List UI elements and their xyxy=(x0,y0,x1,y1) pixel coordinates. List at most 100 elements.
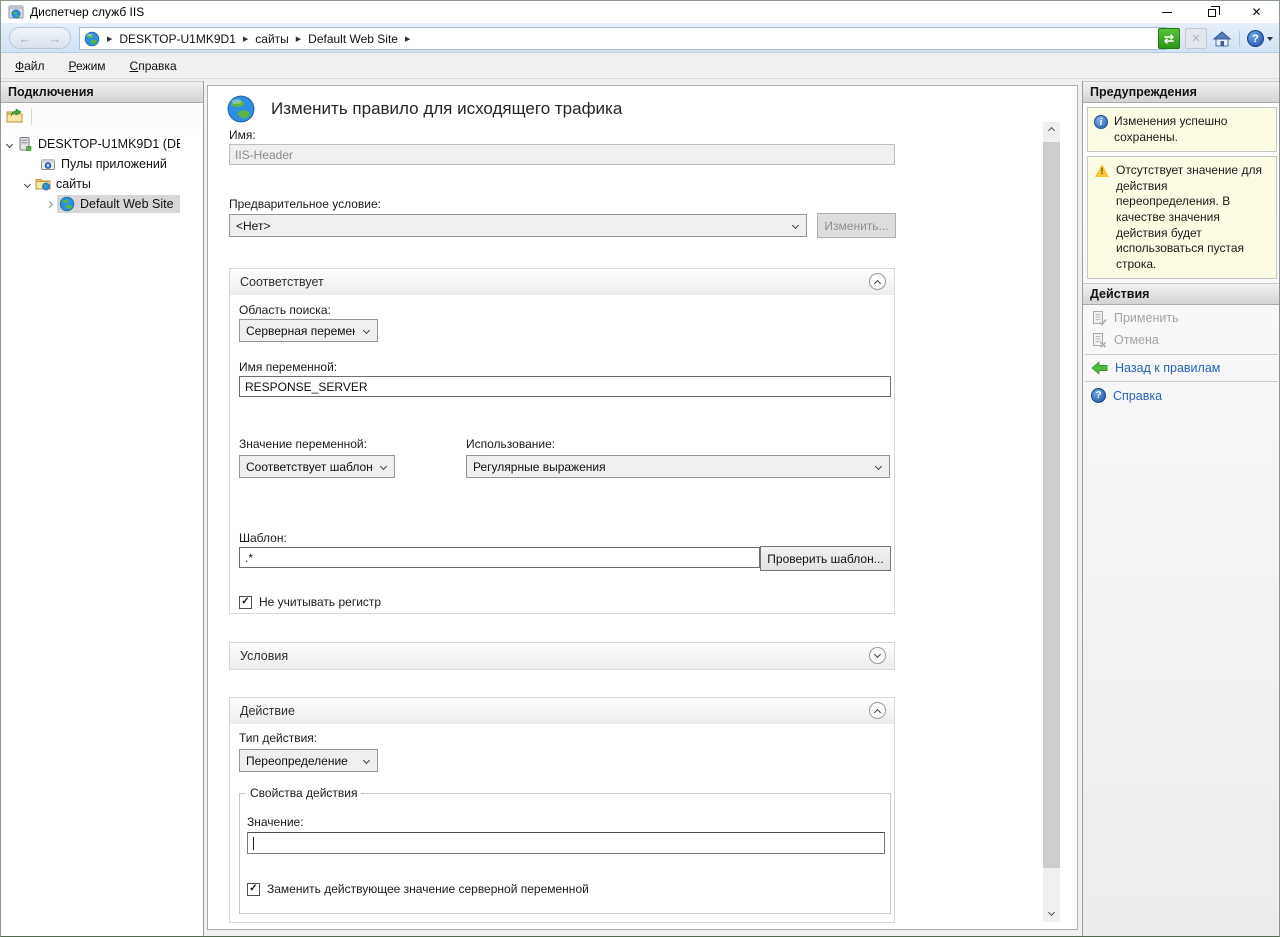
pattern-label: Шаблон: xyxy=(239,531,287,545)
collapse-button[interactable] xyxy=(869,273,886,290)
vertical-scrollbar xyxy=(1043,122,1060,922)
action-type-select[interactable]: Переопределение xyxy=(239,749,378,772)
warning-alert-text: Отсутствует значение для действия переоп… xyxy=(1116,163,1271,272)
forward-nav-button[interactable]: → xyxy=(49,31,62,46)
using-label: Использование: xyxy=(466,437,555,451)
tree-item-label: Пулы приложений xyxy=(61,157,167,171)
match-section-header[interactable]: Соответствует xyxy=(230,269,894,295)
connections-tree: DESKTOP-U1MK9D1 (DESKTOP Пулы приложений xyxy=(1,129,203,214)
chevron-right-icon[interactable] xyxy=(46,200,53,207)
breadcrumb-item-server[interactable]: DESKTOP-U1MK9D1 xyxy=(119,32,235,46)
save-connection-icon[interactable] xyxy=(6,108,24,124)
connections-toolbar xyxy=(1,103,203,129)
match-section: Соответствует Область поиска: Серверная … xyxy=(229,268,895,614)
chevron-down-icon xyxy=(1048,908,1055,915)
apply-action: Применить xyxy=(1083,307,1280,329)
toolbar-separator xyxy=(31,108,32,125)
tree-item-server[interactable]: DESKTOP-U1MK9D1 (DESKTOP xyxy=(1,134,203,154)
ignore-case-checkbox[interactable]: ✓ xyxy=(239,596,252,609)
actions-header: Действия xyxy=(1083,283,1280,305)
using-select[interactable]: Регулярные выражения xyxy=(466,455,890,478)
tree-item-default-web-site[interactable]: Default Web Site xyxy=(1,194,203,214)
tree-item-label: DESKTOP-U1MK9D1 (DESKTOP xyxy=(38,137,180,151)
alerts-header: Предупреждения xyxy=(1083,81,1280,103)
server-icon xyxy=(17,136,33,152)
globe-icon xyxy=(59,196,75,212)
breadcrumb-arrow-icon: ▶ xyxy=(243,35,248,43)
precondition-select[interactable]: <Нет> xyxy=(229,214,807,237)
chevron-down-icon xyxy=(363,327,370,334)
help-link[interactable]: ? Справка xyxy=(1083,385,1280,406)
variable-name-field[interactable]: RESPONSE_SERVER xyxy=(239,376,891,397)
scope-label: Область поиска: xyxy=(239,303,331,317)
restore-icon xyxy=(1208,9,1216,17)
replace-value-label: Заменить действующее значение серверной … xyxy=(267,882,589,896)
name-label: Имя: xyxy=(229,128,256,142)
cancel-action: Отмена xyxy=(1083,329,1280,351)
collapse-button[interactable] xyxy=(869,702,886,719)
selected-tree-item[interactable]: Default Web Site xyxy=(57,195,180,213)
page-globe-icon xyxy=(226,94,256,124)
variable-value-select[interactable]: Соответствует шаблону xyxy=(239,455,395,478)
breadcrumb-item-sites[interactable]: сайты xyxy=(255,32,289,46)
minimize-button[interactable] xyxy=(1144,1,1189,23)
menu-bar: Файл Режим Справка xyxy=(1,53,1279,79)
restore-button[interactable] xyxy=(1189,1,1234,23)
separator xyxy=(1085,354,1278,355)
breadcrumb-arrow-icon: ▶ xyxy=(296,35,301,43)
back-arrow-icon xyxy=(1091,361,1108,375)
chevron-down-icon xyxy=(875,463,882,470)
nav-pill: ← → xyxy=(9,27,71,49)
iis-manager-window: Диспетчер служб IIS ✕ ← → ▶ DESKTOP-U1MK… xyxy=(0,0,1280,937)
actions-list: Применить Отмена xyxy=(1083,305,1280,406)
tree-item-label: Default Web Site xyxy=(80,197,174,211)
tree-item-app-pools[interactable]: Пулы приложений xyxy=(1,154,203,174)
iis-app-icon xyxy=(8,4,24,20)
home-icon[interactable] xyxy=(1212,30,1232,48)
back-to-rules-link[interactable]: Назад к правилам xyxy=(1083,358,1280,378)
text-caret xyxy=(253,837,254,850)
pattern-field[interactable]: .* xyxy=(239,547,760,568)
breadcrumb-item-default-web-site[interactable]: Default Web Site xyxy=(308,32,398,46)
scroll-down-button[interactable] xyxy=(1043,905,1060,922)
ignore-case-label: Не учитывать регистр xyxy=(259,595,381,609)
test-pattern-button[interactable]: Проверить шаблон... xyxy=(760,546,891,571)
scroll-up-button[interactable] xyxy=(1043,122,1060,139)
replace-value-checkbox[interactable]: ✓ xyxy=(247,883,260,896)
cancel-label: Отмена xyxy=(1114,333,1159,347)
precondition-label: Предварительное условие: xyxy=(229,197,381,211)
action-properties-group: Свойства действия Значение: ✓ Заменить д… xyxy=(239,793,891,914)
expand-button[interactable] xyxy=(869,647,886,664)
warning-alert: ! Отсутствует значение для действия пере… xyxy=(1087,156,1277,279)
action-section-header[interactable]: Действие xyxy=(230,698,894,724)
back-to-rules-label: Назад к правилам xyxy=(1115,361,1220,375)
toolbar-separator xyxy=(1239,31,1240,47)
info-alert: i Изменения успешно сохранены. xyxy=(1087,107,1277,152)
menu-help[interactable]: Справка xyxy=(130,59,177,73)
action-value-field[interactable] xyxy=(247,832,885,854)
back-nav-button[interactable]: ← xyxy=(19,31,32,46)
chevron-down-icon[interactable] xyxy=(24,180,31,187)
conditions-section-header[interactable]: Условия xyxy=(230,643,894,669)
page-title: Изменить правило для исходящего трафика xyxy=(271,99,622,119)
chevron-down-icon xyxy=(874,651,881,658)
globe-icon[interactable] xyxy=(84,31,100,47)
tree-item-sites[interactable]: сайты xyxy=(1,174,203,194)
separator xyxy=(1085,381,1278,382)
help-menu-button[interactable]: ? xyxy=(1247,30,1273,47)
edit-outbound-rule-page: Изменить правило для исходящего трафика … xyxy=(207,85,1078,930)
help-label: Справка xyxy=(1113,389,1162,403)
menu-view[interactable]: Режим xyxy=(69,59,106,73)
action-section: Действие Тип действия: Переопределение С… xyxy=(229,697,895,923)
scope-select[interactable]: Серверная переменн xyxy=(239,319,378,342)
restart-icon[interactable]: ⇄ xyxy=(1158,28,1180,49)
info-alert-text: Изменения успешно сохранены. xyxy=(1114,114,1271,145)
chevron-down-icon[interactable] xyxy=(6,140,13,147)
conditions-section: Условия xyxy=(229,642,895,670)
scrollbar-thumb[interactable] xyxy=(1043,142,1060,868)
close-button[interactable]: ✕ xyxy=(1234,1,1279,23)
menu-file[interactable]: Файл xyxy=(15,59,45,73)
chevron-down-icon xyxy=(363,757,370,764)
action-type-label: Тип действия: xyxy=(239,731,317,745)
action-value-label: Значение: xyxy=(247,815,304,829)
